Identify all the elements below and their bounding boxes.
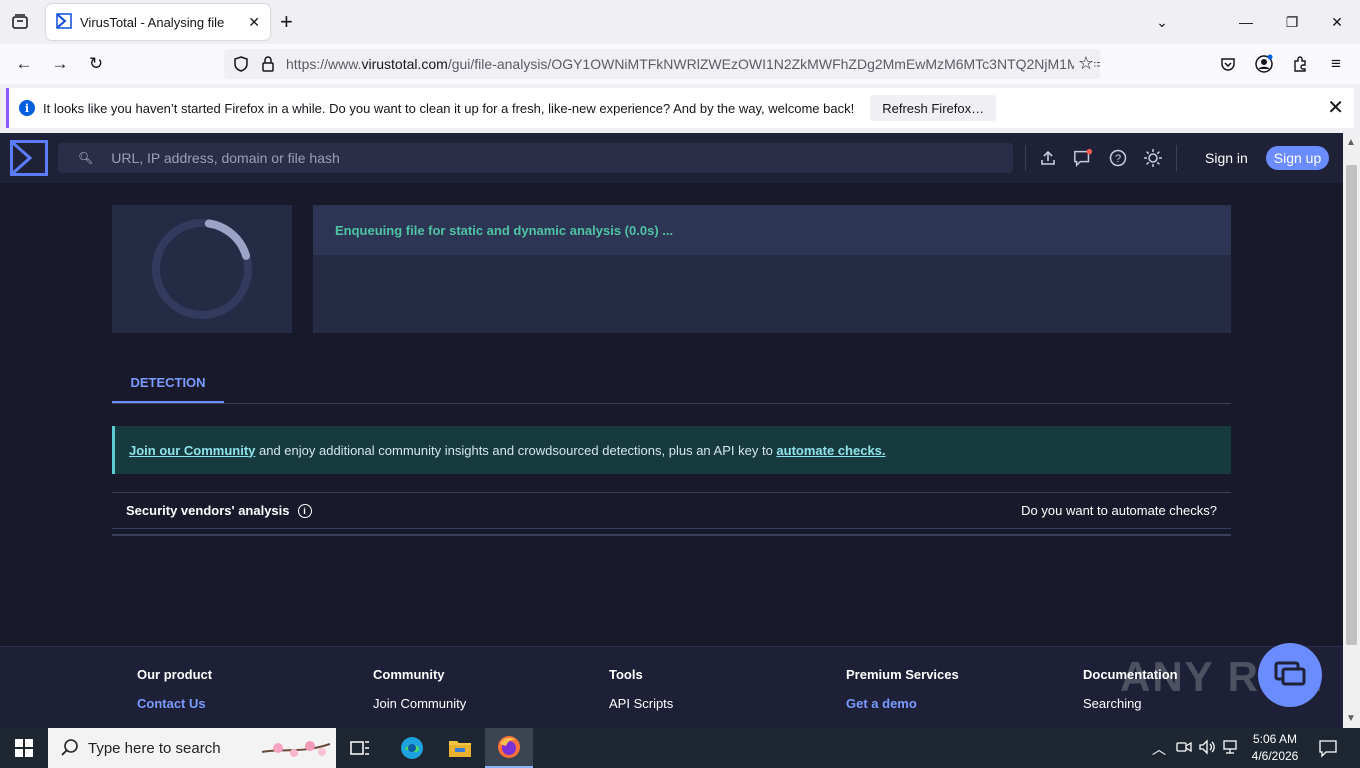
info-circle-icon[interactable]: i — [297, 503, 312, 518]
analysis-progress-card — [112, 205, 292, 333]
browser-tab-bar: VirusTotal - Analysing file ✕ + ⌄ — ❐ ✕ — [0, 0, 1360, 44]
scroll-down-icon[interactable]: ▼ — [1346, 713, 1356, 724]
chat-icon — [1274, 661, 1306, 686]
help-icon[interactable]: ? — [1108, 148, 1128, 168]
pocket-icon[interactable] — [1216, 52, 1240, 76]
footer-link[interactable]: Get a demo — [846, 696, 959, 711]
footer-col-community: Community Join Community — [373, 667, 466, 721]
join-community-link[interactable]: Join our Community — [129, 443, 255, 458]
footer-link[interactable]: Join Community — [373, 696, 466, 711]
virustotal-page: 🔍︎ URL, IP address, domain or file hash … — [0, 133, 1343, 728]
info-icon: i — [19, 100, 35, 116]
refresh-firefox-button[interactable]: Refresh Firefox… — [870, 95, 997, 121]
extensions-icon[interactable] — [1288, 52, 1312, 76]
start-button[interactable] — [0, 728, 48, 768]
analysis-status-text: Enqueuing file for static and dynamic an… — [313, 205, 1231, 255]
vendors-divider — [112, 534, 1231, 536]
footer-link[interactable]: API Scripts — [609, 696, 673, 711]
footer-heading: Premium Services — [846, 667, 959, 682]
footer-col-product: Our product Contact Us — [137, 667, 212, 721]
virustotal-logo[interactable] — [10, 140, 48, 181]
navigation-toolbar: ← → ↻ https://www. virustotal.com/gui/fil… — [0, 44, 1360, 84]
url-path: /gui/file-analysis/OGY1OWNiMTFkNWRlZWEzO… — [447, 56, 1100, 72]
automate-checks-link[interactable]: automate checks. — [776, 443, 885, 458]
url-host: virustotal.com — [361, 56, 448, 72]
reload-icon[interactable]: ↻ — [84, 52, 108, 76]
search-icon: 🔍︎ — [78, 151, 94, 165]
tab-detection[interactable]: DETECTION — [112, 363, 224, 403]
virustotal-favicon — [56, 12, 72, 32]
volume-icon[interactable] — [1198, 739, 1216, 760]
search-icon — [60, 738, 80, 762]
browser-tab-virustotal[interactable]: VirusTotal - Analysing file ✕ — [46, 4, 270, 40]
notification-center-icon[interactable] — [1318, 738, 1338, 763]
analysis-status-card: Enqueuing file for static and dynamic an… — [313, 205, 1231, 333]
tab-overflow-chevron-icon[interactable]: ⌄ — [1152, 12, 1172, 32]
page-scrollbar[interactable]: ▲ ▼ — [1343, 133, 1360, 728]
clock-time: 5:06 AM — [1252, 732, 1298, 746]
close-notification-icon[interactable]: ✕ — [1327, 98, 1344, 118]
security-vendors-title: Security vendors' analysis — [126, 503, 290, 518]
upload-icon[interactable] — [1038, 148, 1058, 168]
tab-list-icon[interactable] — [10, 12, 30, 32]
restore-icon[interactable]: ❐ — [1282, 12, 1302, 32]
tabs-divider — [112, 403, 1231, 404]
lock-icon[interactable] — [260, 55, 276, 76]
minimize-icon[interactable]: — — [1236, 12, 1256, 32]
taskbar-search-box[interactable]: Type here to search — [48, 728, 336, 768]
firefox-icon[interactable] — [485, 728, 533, 768]
community-banner-text: and enjoy additional community insights … — [255, 442, 777, 458]
progress-arc — [204, 219, 251, 260]
footer-link[interactable]: Contact Us — [137, 696, 212, 711]
footer-heading: Tools — [609, 667, 643, 682]
svg-text:?: ? — [1115, 153, 1121, 165]
show-hidden-icons-chevron-icon[interactable]: ︿ — [1152, 739, 1166, 759]
bookmark-star-icon[interactable]: ☆ — [1073, 53, 1094, 74]
tab-title: VirusTotal - Analysing file — [80, 14, 225, 30]
chat-button[interactable] — [1258, 643, 1322, 707]
theme-toggle-sun-icon[interactable] — [1143, 148, 1163, 168]
search-highlight-blossom-icon — [260, 736, 332, 766]
footer-col-tools: Tools API Scripts — [609, 667, 673, 721]
edge-icon[interactable] — [388, 728, 436, 768]
back-icon[interactable]: ← — [12, 52, 36, 76]
sign-up-button[interactable]: Sign up — [1266, 146, 1329, 170]
scroll-thumb[interactable] — [1346, 165, 1357, 645]
network-icon[interactable] — [1222, 739, 1240, 760]
close-window-icon[interactable]: ✕ — [1327, 12, 1347, 32]
scroll-up-icon[interactable]: ▲ — [1346, 137, 1356, 148]
meet-now-icon[interactable] — [1176, 739, 1192, 760]
close-tab-icon[interactable]: ✕ — [248, 14, 260, 31]
system-clock[interactable]: 5:06 AM 4/6/2026 — [1245, 731, 1305, 765]
task-view-icon[interactable] — [336, 728, 384, 768]
security-vendors-header: Security vendors' analysis i Do you want… — [112, 492, 1231, 529]
hamburger-menu-icon[interactable]: ≡ — [1324, 52, 1348, 76]
footer-heading: Community — [373, 667, 445, 682]
account-icon[interactable] — [1252, 52, 1276, 76]
notification-message: It looks like you haven’t started Firefo… — [43, 100, 855, 116]
new-tab-button[interactable]: + — [280, 9, 293, 35]
vt-header: 🔍︎ URL, IP address, domain or file hash … — [0, 133, 1343, 183]
footer-col-premium: Premium Services Get a demo — [846, 667, 959, 721]
notifications-chat-icon[interactable] — [1073, 148, 1093, 168]
shield-icon[interactable] — [232, 55, 250, 76]
footer-heading: Our product — [137, 667, 213, 682]
file-explorer-icon[interactable] — [436, 728, 484, 768]
windows-logo-icon — [15, 739, 33, 757]
refresh-firefox-notification: i It looks like you haven’t started Fire… — [6, 88, 1354, 128]
community-banner: Join our Community and enjoy additional … — [112, 426, 1231, 474]
url-prefix: https://www. — [286, 56, 362, 72]
vt-search-input[interactable]: 🔍︎ URL, IP address, domain or file hash — [58, 143, 1013, 173]
progress-spinner — [152, 219, 252, 319]
sign-in-link[interactable]: Sign in — [1205, 150, 1248, 166]
header-divider — [1025, 145, 1026, 171]
automate-checks-prompt[interactable]: Do you want to automate checks? — [1021, 503, 1217, 518]
vt-search-placeholder: URL, IP address, domain or file hash — [111, 150, 340, 166]
taskbar-search-placeholder: Type here to search — [88, 739, 221, 757]
clock-date: 4/6/2026 — [1251, 749, 1299, 763]
header-divider-2 — [1176, 145, 1177, 171]
url-bar[interactable]: https://www. virustotal.com/gui/file-anal… — [224, 49, 1100, 79]
forward-icon[interactable]: → — [48, 52, 72, 76]
windows-taskbar: Type here to search ︿ 5:06 AM 4/6/2026 — [0, 728, 1360, 768]
